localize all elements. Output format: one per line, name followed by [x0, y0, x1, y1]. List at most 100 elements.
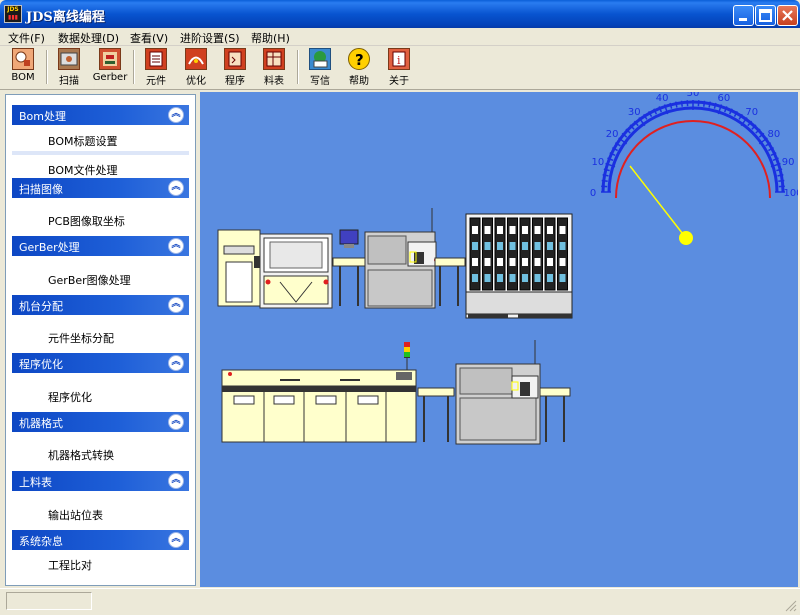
feeder-slot	[469, 217, 481, 291]
sidebar-header-program-optimize[interactable]: 程序优化 ︽	[12, 353, 189, 373]
collapse-icon[interactable]: ︽	[168, 473, 184, 489]
sidebar-item-bom-title-settings[interactable]: BOM标题设置	[48, 133, 118, 149]
toolbar-feeder-table-label: 料表	[264, 76, 284, 87]
sidebar-header-machine-assign[interactable]: 机台分配 ︽	[12, 295, 189, 315]
sidebar-header-label: Bom处理	[19, 110, 66, 123]
gauge-tick	[778, 179, 785, 182]
gauge-tick	[680, 100, 683, 107]
menu-advanced-settings[interactable]: 进阶设置(S)	[180, 30, 240, 46]
gauge-hub	[679, 231, 693, 245]
sidebar-item-machine-format-convert[interactable]: 机器格式转换	[48, 447, 114, 463]
bom-icon	[12, 48, 34, 70]
toolbar-separator	[133, 50, 135, 84]
toolbar-mail-button[interactable]: 写信	[300, 48, 340, 88]
app-icon[interactable]: JDS ▮▮▮	[4, 5, 22, 23]
toolbar-optimize-label: 优化	[186, 76, 206, 87]
collapse-icon[interactable]: ︽	[168, 238, 184, 254]
feeder-table-icon	[263, 48, 285, 70]
title-bar: JDS ▮▮▮ JDS离线编程	[0, 0, 800, 28]
toolbar-gerber-button[interactable]: Gerber	[90, 48, 130, 88]
svg-text:i: i	[397, 54, 401, 67]
toolbar-separator	[46, 50, 48, 84]
toolbar-gerber-label: Gerber	[92, 72, 128, 83]
sidebar-header-label: 机器格式	[19, 417, 63, 430]
menu-bar: 文件(F) 数据处理(D) 查看(V) 进阶设置(S) 帮助(H)	[0, 28, 800, 46]
main-canvas: 0 10 20 30 40 50 60 70 80 90 100	[200, 88, 800, 587]
sidebar-header-label: 扫描图像	[19, 183, 63, 196]
sidebar-item-project-compare[interactable]: 工程比对	[48, 557, 92, 573]
toolbar-bom-button[interactable]: BOM	[3, 48, 43, 88]
gauge-tick-label: 30	[628, 107, 641, 118]
feeder-slot	[494, 217, 506, 291]
gauge-tick-label: 90	[782, 157, 795, 168]
gauge-tick-label: 0	[590, 188, 596, 199]
collapse-icon[interactable]: ︽	[168, 107, 184, 123]
gauge-tick-label: 20	[606, 129, 619, 140]
close-button[interactable]	[777, 5, 798, 26]
toolbar-help-label: 帮助	[349, 76, 369, 87]
sidebar-header-gerber[interactable]: GerBer处理 ︽	[12, 236, 189, 256]
sidebar-header-feeder-table[interactable]: 上料表 ︽	[12, 471, 189, 491]
oven-window	[233, 395, 255, 405]
feeder-slot	[557, 217, 568, 291]
optimize-icon	[185, 48, 207, 70]
collapse-icon[interactable]: ︽	[168, 414, 184, 430]
toolbar-optimize-button[interactable]: 优化	[176, 48, 216, 88]
sidebar-header-label: 程序优化	[19, 358, 63, 371]
toolbar-component-button[interactable]: 元件	[136, 48, 176, 88]
sidebar-panel: Bom处理 ︽ BOM标题设置 BOM文件处理 扫描图像 ︽ PCB图像取坐标 Ge…	[5, 94, 196, 586]
gauge-needle	[629, 165, 687, 239]
toolbar-scan-label: 扫描	[59, 76, 79, 87]
feeder-slot	[482, 217, 493, 291]
toolbar-about-button[interactable]: i 关于	[379, 48, 419, 88]
gauge-tick-label: 50	[687, 92, 700, 99]
status-pane	[6, 592, 92, 610]
collapse-icon[interactable]: ︽	[168, 180, 184, 196]
gauge-tick-label: 80	[768, 129, 781, 140]
gauge-tick-label: 70	[745, 107, 758, 118]
maximize-icon	[759, 9, 772, 22]
spi-machine	[332, 229, 366, 306]
conveyor-1	[434, 257, 466, 306]
unloader	[539, 387, 571, 442]
sidebar-item-output-station-table[interactable]: 输出站位表	[48, 507, 103, 523]
sidebar-item-component-coords[interactable]: 元件坐标分配	[48, 330, 114, 346]
sidebar-item-bom-file-processing[interactable]: BOM文件处理	[48, 162, 118, 178]
program-icon	[224, 48, 246, 70]
collapse-icon[interactable]: ︽	[168, 297, 184, 313]
sidebar-header-system[interactable]: 系统杂息 ︽	[12, 530, 189, 550]
aoi-machine	[455, 340, 541, 445]
sidebar-item-program-optimize[interactable]: 程序优化	[48, 389, 92, 405]
sidebar-header-label: 上料表	[19, 476, 52, 489]
toolbar: BOM 扫描 Gerber 元件 优化 程序 料表 写信 ? 帮助 i 关于	[0, 46, 800, 90]
sidebar-divider	[12, 151, 189, 155]
svg-text:?: ?	[355, 51, 364, 69]
gerber-icon	[99, 48, 121, 70]
sidebar-item-gerber-image[interactable]: GerBer图像处理	[48, 272, 131, 288]
collapse-icon[interactable]: ︽	[168, 355, 184, 371]
sidebar-item-pcb-image-coords[interactable]: PCB图像取坐标	[48, 213, 125, 229]
toolbar-feeder-table-button[interactable]: 料表	[254, 48, 294, 88]
sidebar-header-machine-format[interactable]: 机器格式 ︽	[12, 412, 189, 432]
resize-grip-icon[interactable]	[785, 600, 797, 612]
sidebar-header-scan[interactable]: 扫描图像 ︽	[12, 178, 189, 198]
sidebar-header-bom[interactable]: Bom处理 ︽	[12, 105, 189, 125]
toolbar-program-button[interactable]: 程序	[215, 48, 255, 88]
menu-file[interactable]: 文件(F)	[8, 30, 45, 46]
collapse-icon[interactable]: ︽	[168, 532, 184, 548]
menu-help[interactable]: 帮助(H)	[251, 30, 290, 46]
reflow-oven	[221, 342, 417, 443]
gauge-tick-label: 40	[656, 93, 669, 104]
oven-window	[315, 395, 337, 405]
menu-view[interactable]: 查看(V)	[130, 30, 168, 46]
maximize-button[interactable]	[755, 5, 776, 26]
window-title: JDS离线编程	[26, 10, 105, 25]
mounter-machine	[364, 208, 438, 309]
minimize-button[interactable]	[733, 5, 754, 26]
about-icon: i	[388, 48, 410, 70]
toolbar-program-label: 程序	[225, 76, 245, 87]
minimize-icon	[739, 18, 747, 21]
toolbar-help-button[interactable]: ? 帮助	[339, 48, 379, 88]
menu-data-processing[interactable]: 数据处理(D)	[58, 30, 119, 46]
toolbar-scan-button[interactable]: 扫描	[49, 48, 89, 88]
